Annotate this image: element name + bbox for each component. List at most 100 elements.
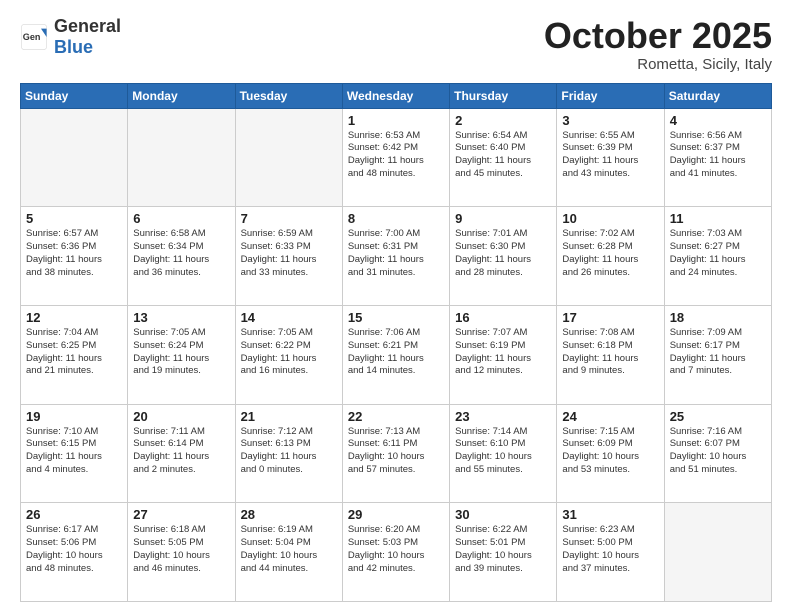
calendar-cell: 4 Sunrise: 6:56 AM Sunset: 6:37 PM Daylig… bbox=[664, 108, 771, 207]
day-number: 17 bbox=[562, 310, 658, 325]
calendar-cell bbox=[664, 503, 771, 602]
page: Gen General Blue October 2025 Rometta, S… bbox=[0, 0, 792, 612]
day-number: 22 bbox=[348, 409, 444, 424]
day-number: 11 bbox=[670, 211, 766, 226]
cell-info: Sunrise: 7:12 AM Sunset: 6:13 PM Dayligh… bbox=[241, 426, 337, 477]
day-number: 4 bbox=[670, 113, 766, 128]
calendar-cell: 18 Sunrise: 7:09 AM Sunset: 6:17 PM Dayli… bbox=[664, 305, 771, 404]
calendar-cell: 2 Sunrise: 6:54 AM Sunset: 6:40 PM Daylig… bbox=[450, 108, 557, 207]
cell-info: Sunrise: 6:18 AM Sunset: 5:05 PM Dayligh… bbox=[133, 524, 229, 575]
calendar-cell: 21 Sunrise: 7:12 AM Sunset: 6:13 PM Dayli… bbox=[235, 404, 342, 503]
day-number: 26 bbox=[26, 507, 122, 522]
title-block: October 2025 Rometta, Sicily, Italy bbox=[544, 16, 772, 73]
week-row-5: 26 Sunrise: 6:17 AM Sunset: 5:06 PM Dayli… bbox=[21, 503, 772, 602]
day-number: 27 bbox=[133, 507, 229, 522]
week-row-3: 12Sunrise: 7:04 AM Sunset: 6:25 PM Dayli… bbox=[21, 305, 772, 404]
calendar-cell: 9 Sunrise: 7:01 AM Sunset: 6:30 PM Daylig… bbox=[450, 207, 557, 306]
cell-info: Sunrise: 6:23 AM Sunset: 5:00 PM Dayligh… bbox=[562, 524, 658, 575]
day-number: 23 bbox=[455, 409, 551, 424]
calendar-cell: 10Sunrise: 7:02 AM Sunset: 6:28 PM Dayli… bbox=[557, 207, 664, 306]
cell-info: Sunrise: 7:08 AM Sunset: 6:18 PM Dayligh… bbox=[562, 327, 658, 378]
day-number: 15 bbox=[348, 310, 444, 325]
day-number: 19 bbox=[26, 409, 122, 424]
calendar-cell: 20 Sunrise: 7:11 AM Sunset: 6:14 PM Dayli… bbox=[128, 404, 235, 503]
calendar-cell: 16 Sunrise: 7:07 AM Sunset: 6:19 PM Dayli… bbox=[450, 305, 557, 404]
cell-info: Sunrise: 6:54 AM Sunset: 6:40 PM Dayligh… bbox=[455, 130, 551, 181]
cell-info: Sunrise: 6:17 AM Sunset: 5:06 PM Dayligh… bbox=[26, 524, 122, 575]
day-number: 25 bbox=[670, 409, 766, 424]
cell-info: Sunrise: 6:59 AM Sunset: 6:33 PM Dayligh… bbox=[241, 228, 337, 279]
day-number: 8 bbox=[348, 211, 444, 226]
weekday-wednesday: Wednesday bbox=[342, 83, 449, 108]
cell-info: Sunrise: 7:05 AM Sunset: 6:22 PM Dayligh… bbox=[241, 327, 337, 378]
cell-info: Sunrise: 7:00 AM Sunset: 6:31 PM Dayligh… bbox=[348, 228, 444, 279]
calendar-cell bbox=[128, 108, 235, 207]
calendar-cell: 3Sunrise: 6:55 AM Sunset: 6:39 PM Daylig… bbox=[557, 108, 664, 207]
cell-info: Sunrise: 7:01 AM Sunset: 6:30 PM Dayligh… bbox=[455, 228, 551, 279]
weekday-tuesday: Tuesday bbox=[235, 83, 342, 108]
cell-info: Sunrise: 7:16 AM Sunset: 6:07 PM Dayligh… bbox=[670, 426, 766, 477]
logo-blue: Blue bbox=[54, 37, 93, 57]
cell-info: Sunrise: 6:53 AM Sunset: 6:42 PM Dayligh… bbox=[348, 130, 444, 181]
svg-text:Gen: Gen bbox=[23, 32, 41, 42]
cell-info: Sunrise: 6:56 AM Sunset: 6:37 PM Dayligh… bbox=[670, 130, 766, 181]
day-number: 20 bbox=[133, 409, 229, 424]
day-number: 13 bbox=[133, 310, 229, 325]
cell-info: Sunrise: 7:07 AM Sunset: 6:19 PM Dayligh… bbox=[455, 327, 551, 378]
day-number: 14 bbox=[241, 310, 337, 325]
day-number: 5 bbox=[26, 211, 122, 226]
location: Rometta, Sicily, Italy bbox=[544, 56, 772, 73]
calendar-cell: 31 Sunrise: 6:23 AM Sunset: 5:00 PM Dayli… bbox=[557, 503, 664, 602]
day-number: 24 bbox=[562, 409, 658, 424]
day-number: 6 bbox=[133, 211, 229, 226]
calendar-cell bbox=[21, 108, 128, 207]
weekday-monday: Monday bbox=[128, 83, 235, 108]
cell-info: Sunrise: 6:22 AM Sunset: 5:01 PM Dayligh… bbox=[455, 524, 551, 575]
weekday-saturday: Saturday bbox=[664, 83, 771, 108]
cell-info: Sunrise: 7:09 AM Sunset: 6:17 PM Dayligh… bbox=[670, 327, 766, 378]
calendar-cell: 6Sunrise: 6:58 AM Sunset: 6:34 PM Daylig… bbox=[128, 207, 235, 306]
cell-info: Sunrise: 7:04 AM Sunset: 6:25 PM Dayligh… bbox=[26, 327, 122, 378]
day-number: 9 bbox=[455, 211, 551, 226]
cell-info: Sunrise: 6:19 AM Sunset: 5:04 PM Dayligh… bbox=[241, 524, 337, 575]
calendar-cell: 17 Sunrise: 7:08 AM Sunset: 6:18 PM Dayli… bbox=[557, 305, 664, 404]
weekday-header-row: SundayMondayTuesdayWednesdayThursdayFrid… bbox=[21, 83, 772, 108]
cell-info: Sunrise: 7:11 AM Sunset: 6:14 PM Dayligh… bbox=[133, 426, 229, 477]
calendar-cell: 23 Sunrise: 7:14 AM Sunset: 6:10 PM Dayli… bbox=[450, 404, 557, 503]
cell-info: Sunrise: 7:15 AM Sunset: 6:09 PM Dayligh… bbox=[562, 426, 658, 477]
day-number: 30 bbox=[455, 507, 551, 522]
cell-info: Sunrise: 6:55 AM Sunset: 6:39 PM Dayligh… bbox=[562, 130, 658, 181]
cell-info: Sunrise: 7:14 AM Sunset: 6:10 PM Dayligh… bbox=[455, 426, 551, 477]
calendar-cell: 22Sunrise: 7:13 AM Sunset: 6:11 PM Dayli… bbox=[342, 404, 449, 503]
calendar-cell: 28 Sunrise: 6:19 AM Sunset: 5:04 PM Dayli… bbox=[235, 503, 342, 602]
cell-info: Sunrise: 7:10 AM Sunset: 6:15 PM Dayligh… bbox=[26, 426, 122, 477]
cell-info: Sunrise: 6:57 AM Sunset: 6:36 PM Dayligh… bbox=[26, 228, 122, 279]
cell-info: Sunrise: 7:03 AM Sunset: 6:27 PM Dayligh… bbox=[670, 228, 766, 279]
logo-text: General Blue bbox=[54, 16, 121, 58]
day-number: 7 bbox=[241, 211, 337, 226]
day-number: 31 bbox=[562, 507, 658, 522]
day-number: 21 bbox=[241, 409, 337, 424]
calendar-cell: 11 Sunrise: 7:03 AM Sunset: 6:27 PM Dayli… bbox=[664, 207, 771, 306]
calendar-cell: 12Sunrise: 7:04 AM Sunset: 6:25 PM Dayli… bbox=[21, 305, 128, 404]
cell-info: Sunrise: 6:20 AM Sunset: 5:03 PM Dayligh… bbox=[348, 524, 444, 575]
week-row-4: 19 Sunrise: 7:10 AM Sunset: 6:15 PM Dayli… bbox=[21, 404, 772, 503]
weekday-sunday: Sunday bbox=[21, 83, 128, 108]
day-number: 29 bbox=[348, 507, 444, 522]
day-number: 18 bbox=[670, 310, 766, 325]
calendar-cell bbox=[235, 108, 342, 207]
logo: Gen General Blue bbox=[20, 16, 121, 58]
week-row-2: 5 Sunrise: 6:57 AM Sunset: 6:36 PM Daylig… bbox=[21, 207, 772, 306]
week-row-1: 1Sunrise: 6:53 AM Sunset: 6:42 PM Daylig… bbox=[21, 108, 772, 207]
calendar-cell: 14 Sunrise: 7:05 AM Sunset: 6:22 PM Dayli… bbox=[235, 305, 342, 404]
logo-icon: Gen bbox=[20, 23, 48, 51]
cell-info: Sunrise: 7:02 AM Sunset: 6:28 PM Dayligh… bbox=[562, 228, 658, 279]
calendar-cell: 5 Sunrise: 6:57 AM Sunset: 6:36 PM Daylig… bbox=[21, 207, 128, 306]
calendar-table: SundayMondayTuesdayWednesdayThursdayFrid… bbox=[20, 83, 772, 602]
calendar-cell: 13Sunrise: 7:05 AM Sunset: 6:24 PM Dayli… bbox=[128, 305, 235, 404]
day-number: 2 bbox=[455, 113, 551, 128]
logo-general: General bbox=[54, 16, 121, 36]
day-number: 28 bbox=[241, 507, 337, 522]
day-number: 16 bbox=[455, 310, 551, 325]
calendar-cell: 30 Sunrise: 6:22 AM Sunset: 5:01 PM Dayli… bbox=[450, 503, 557, 602]
